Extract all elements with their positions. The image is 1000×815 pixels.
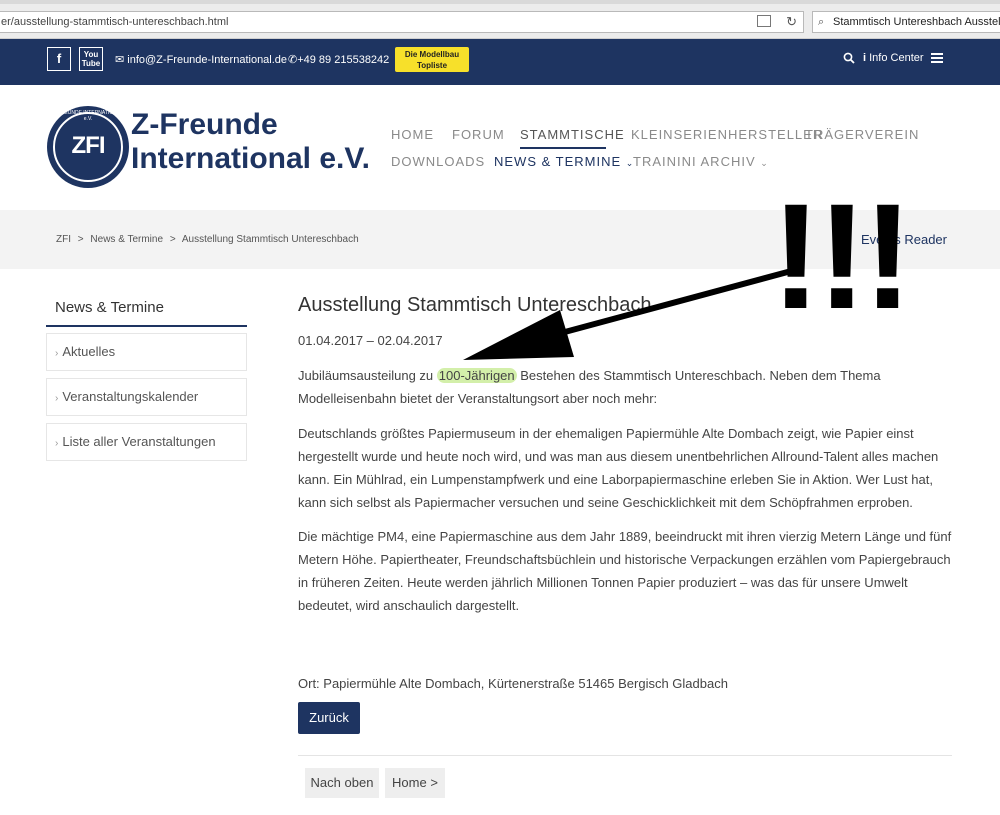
article-date: 01.04.2017 – 02.04.2017 — [298, 333, 443, 348]
top-bar: f You Tube ✉ info@Z-Freunde-Internationa… — [0, 39, 1000, 85]
highlighted-text: 100-Jährigen — [436, 368, 517, 383]
sidebar-item-label: Liste aller Veranstaltungen — [62, 434, 216, 449]
badge-line2: Topliste — [416, 61, 448, 70]
nav-downloads[interactable]: DOWNLOADS — [391, 154, 485, 169]
sidebar-item-label: Aktuelles — [62, 344, 116, 359]
window-edge — [0, 0, 1000, 4]
sidebar-item-aktuelles[interactable]: › Aktuelles — [46, 333, 247, 371]
logo-emblem-text: ZFI — [71, 132, 106, 159]
nav-trainini-label: TRAININI ARCHIV — [633, 154, 756, 169]
nav-news-label: NEWS & TERMINE — [494, 154, 622, 169]
sidebar-title-underline — [46, 325, 247, 327]
info-center-link[interactable]: i Info Center — [863, 52, 924, 64]
nav-traegerverein[interactable]: TRÄGERVEREIN — [805, 127, 919, 142]
annotation-arrow-head — [463, 310, 574, 360]
article-paragraph-3: Die mächtige PM4, eine Papiermaschine au… — [298, 529, 952, 613]
breadcrumb-separator: > — [169, 234, 176, 245]
reload-icon[interactable]: ↻ — [786, 12, 797, 32]
youtube-label: You Tube — [81, 50, 101, 68]
sidebar-item-liste-aller-veranstaltungen[interactable]: › Liste aller Veranstaltungen — [46, 423, 247, 461]
chevron-right-icon: › — [55, 438, 59, 449]
logo-arc-text: Z-FREUNDE INTERNATIONAL e.V. — [53, 110, 123, 122]
youtube-icon[interactable]: You Tube — [79, 47, 103, 71]
sidebar-item-veranstaltungskalender[interactable]: › Veranstaltungskalender — [46, 378, 247, 416]
events-reader-title: Events Reader — [861, 232, 947, 247]
breadcrumb-item[interactable]: ZFI — [56, 234, 71, 245]
breadcrumb-item[interactable]: News & Termine — [90, 234, 163, 245]
logo-line2: International e.V. — [131, 142, 370, 175]
divider — [298, 755, 952, 756]
paragraph-text: Jubiläumsausteilung zu — [298, 368, 437, 383]
breadcrumb: ZFI > News & Termine > Ausstellung Stamm… — [56, 234, 363, 245]
menu-icon[interactable] — [931, 53, 943, 63]
facebook-label: f — [56, 51, 62, 66]
nav-active-underline — [520, 147, 606, 149]
search-icon[interactable] — [843, 52, 855, 67]
article-location: Ort: Papiermühle Alte Dombach, Kürteners… — [298, 676, 728, 691]
article-paragraph-2: Deutschlands größtes Papiermuseum in der… — [298, 426, 939, 510]
reader-view-icon[interactable] — [757, 15, 771, 27]
chevron-down-icon: ⌄ — [760, 158, 769, 168]
nav-forum[interactable]: FORUM — [452, 127, 505, 142]
article-title: Ausstellung Stammtisch Untereschbach — [298, 294, 652, 316]
nav-news-termine[interactable]: NEWS & TERMINE ⌄ — [494, 154, 634, 169]
badge-line1: Die Modellbau — [404, 50, 460, 59]
email-link[interactable]: ✉ info@Z-Freunde-International.de — [115, 53, 287, 66]
nav-stammtische[interactable]: STAMMTISCHE — [520, 127, 625, 142]
to-top-button[interactable]: Nach oben — [305, 768, 379, 798]
logo-emblem[interactable]: Z-FREUNDE INTERNATIONAL e.V. ZFI — [47, 106, 129, 188]
phone-text: +49 89 215538242 — [297, 54, 390, 66]
chevron-right-icon: › — [55, 393, 59, 404]
logo-wordmark[interactable]: Z-Freunde International e.V. — [131, 108, 370, 176]
browser-toolbar: er/ausstellung-stammtisch-untereschbach.… — [0, 0, 1000, 39]
modellbau-topliste-badge[interactable]: Die Modellbau Topliste — [395, 47, 469, 72]
browser-search-input[interactable]: ⌕ Stammtisch Untereshbach Ausstellung — [812, 11, 1000, 33]
email-text: info@Z-Freunde-International.de — [127, 54, 288, 66]
sidebar-item-label: Veranstaltungskalender — [62, 389, 199, 404]
home-button[interactable]: Home > — [385, 768, 445, 798]
back-button[interactable]: Zurück — [298, 702, 360, 734]
breadcrumb-item-current: Ausstellung Stammtisch Untereschbach — [181, 234, 359, 245]
breadcrumb-separator: > — [77, 234, 84, 245]
info-icon: i — [863, 52, 867, 64]
nav-trainini-archiv[interactable]: TRAININI ARCHIV ⌄ — [633, 154, 769, 169]
chevron-right-icon: › — [55, 348, 59, 359]
browser-search-text: Stammtisch Untereshbach Ausstellung — [833, 16, 1000, 28]
info-center-label: Info Center — [869, 52, 924, 64]
search-icon: ⌕ — [818, 16, 825, 28]
phone-link[interactable]: ✆+49 89 215538242 — [288, 53, 389, 66]
logo-line1: Z-Freunde — [131, 108, 278, 141]
sidebar-title: News & Termine — [55, 299, 164, 316]
address-text: er/ausstellung-stammtisch-untereschbach.… — [1, 16, 229, 28]
address-bar[interactable]: er/ausstellung-stammtisch-untereschbach.… — [0, 11, 804, 33]
nav-home[interactable]: HOME — [391, 127, 434, 142]
facebook-icon[interactable]: f — [47, 47, 71, 71]
article-paragraph-1: Jubiläumsausteilung zu 100-Jährigen Best… — [298, 364, 958, 410]
nav-kleinserienhersteller[interactable]: KLEINSERIENHERSTELLER — [631, 127, 823, 142]
